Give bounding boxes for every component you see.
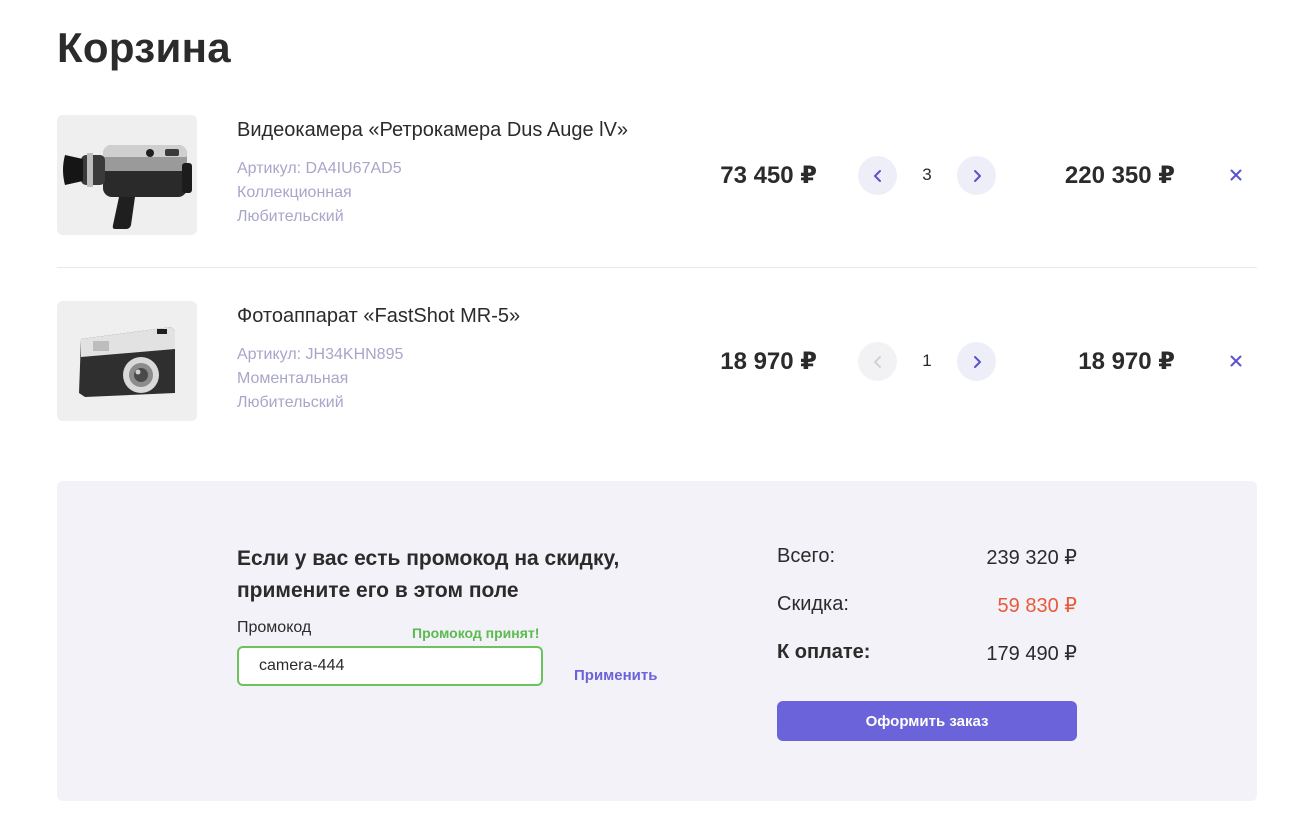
discount-value: 59 830 ₽ (997, 595, 1077, 617)
line-total: 18 970 ₽ (1078, 348, 1175, 375)
product-sku: Артикул: DA4IU67AD5 (237, 160, 402, 177)
unit-price: 18 970 ₽ (720, 348, 817, 375)
promo-heading-line: примените его в этом поле (237, 579, 519, 602)
product-thumbnail[interactable] (57, 301, 197, 421)
amount-due-label: К оплате: (777, 641, 871, 663)
remove-item-button[interactable] (1227, 165, 1245, 185)
cart-item: Видеокамера «Ретрокамера Dus Auge lV» Ар… (57, 115, 1257, 235)
total-label: Всего: (777, 545, 835, 567)
discount-label: Скидка: (777, 593, 849, 615)
product-level: Любительский (237, 208, 344, 225)
product-level: Любительский (237, 394, 344, 411)
remove-item-button[interactable] (1227, 351, 1245, 371)
total-value: 239 320 ₽ (986, 547, 1077, 569)
product-sku: Артикул: JH34KHN895 (237, 346, 404, 363)
chevron-left-icon (873, 169, 881, 182)
line-total: 220 350 ₽ (1064, 162, 1175, 189)
amount-due-value: 179 490 ₽ (986, 643, 1077, 665)
quantity-value: 3 (922, 165, 932, 184)
apply-promo-button[interactable]: Применить (574, 667, 657, 684)
increase-quantity-button[interactable] (957, 156, 996, 195)
product-name[interactable]: Видеокамера «Ретрокамера Dus Auge lV» (237, 119, 628, 142)
product-name[interactable]: Фотоаппарат «FastShot MR-5» (237, 305, 520, 328)
video-camera-image (57, 115, 197, 235)
product-type: Моментальная (237, 370, 349, 387)
close-icon (1230, 169, 1242, 181)
increase-quantity-button[interactable] (957, 342, 996, 381)
chevron-right-icon (973, 355, 981, 368)
promo-label: Промокод (237, 619, 312, 636)
decrease-quantity-button[interactable] (858, 342, 897, 381)
close-icon (1230, 355, 1242, 367)
product-thumbnail[interactable] (57, 115, 197, 235)
promo-status-message: Промокод принят! (412, 625, 540, 641)
product-type: Коллекционная (237, 184, 352, 201)
decrease-quantity-button[interactable] (858, 156, 897, 195)
page-title: Корзина (57, 24, 231, 71)
cart-item: Фотоаппарат «FastShot MR-5» Артикул: JH3… (57, 301, 1257, 421)
chevron-left-icon (873, 355, 881, 368)
promo-heading: Если у вас есть промокод на скидку, прим… (237, 543, 657, 607)
checkout-button[interactable]: Оформить заказ (777, 701, 1077, 741)
item-divider (57, 267, 1257, 268)
promo-code-input[interactable] (237, 646, 543, 686)
photo-camera-image (57, 301, 197, 421)
order-summary-panel: Если у вас есть промокод на скидку, прим… (57, 481, 1257, 801)
chevron-right-icon (973, 169, 981, 182)
promo-heading-line: Если у вас есть промокод на скидку, (237, 547, 620, 570)
unit-price: 73 450 ₽ (720, 162, 817, 189)
quantity-value: 1 (922, 351, 932, 370)
